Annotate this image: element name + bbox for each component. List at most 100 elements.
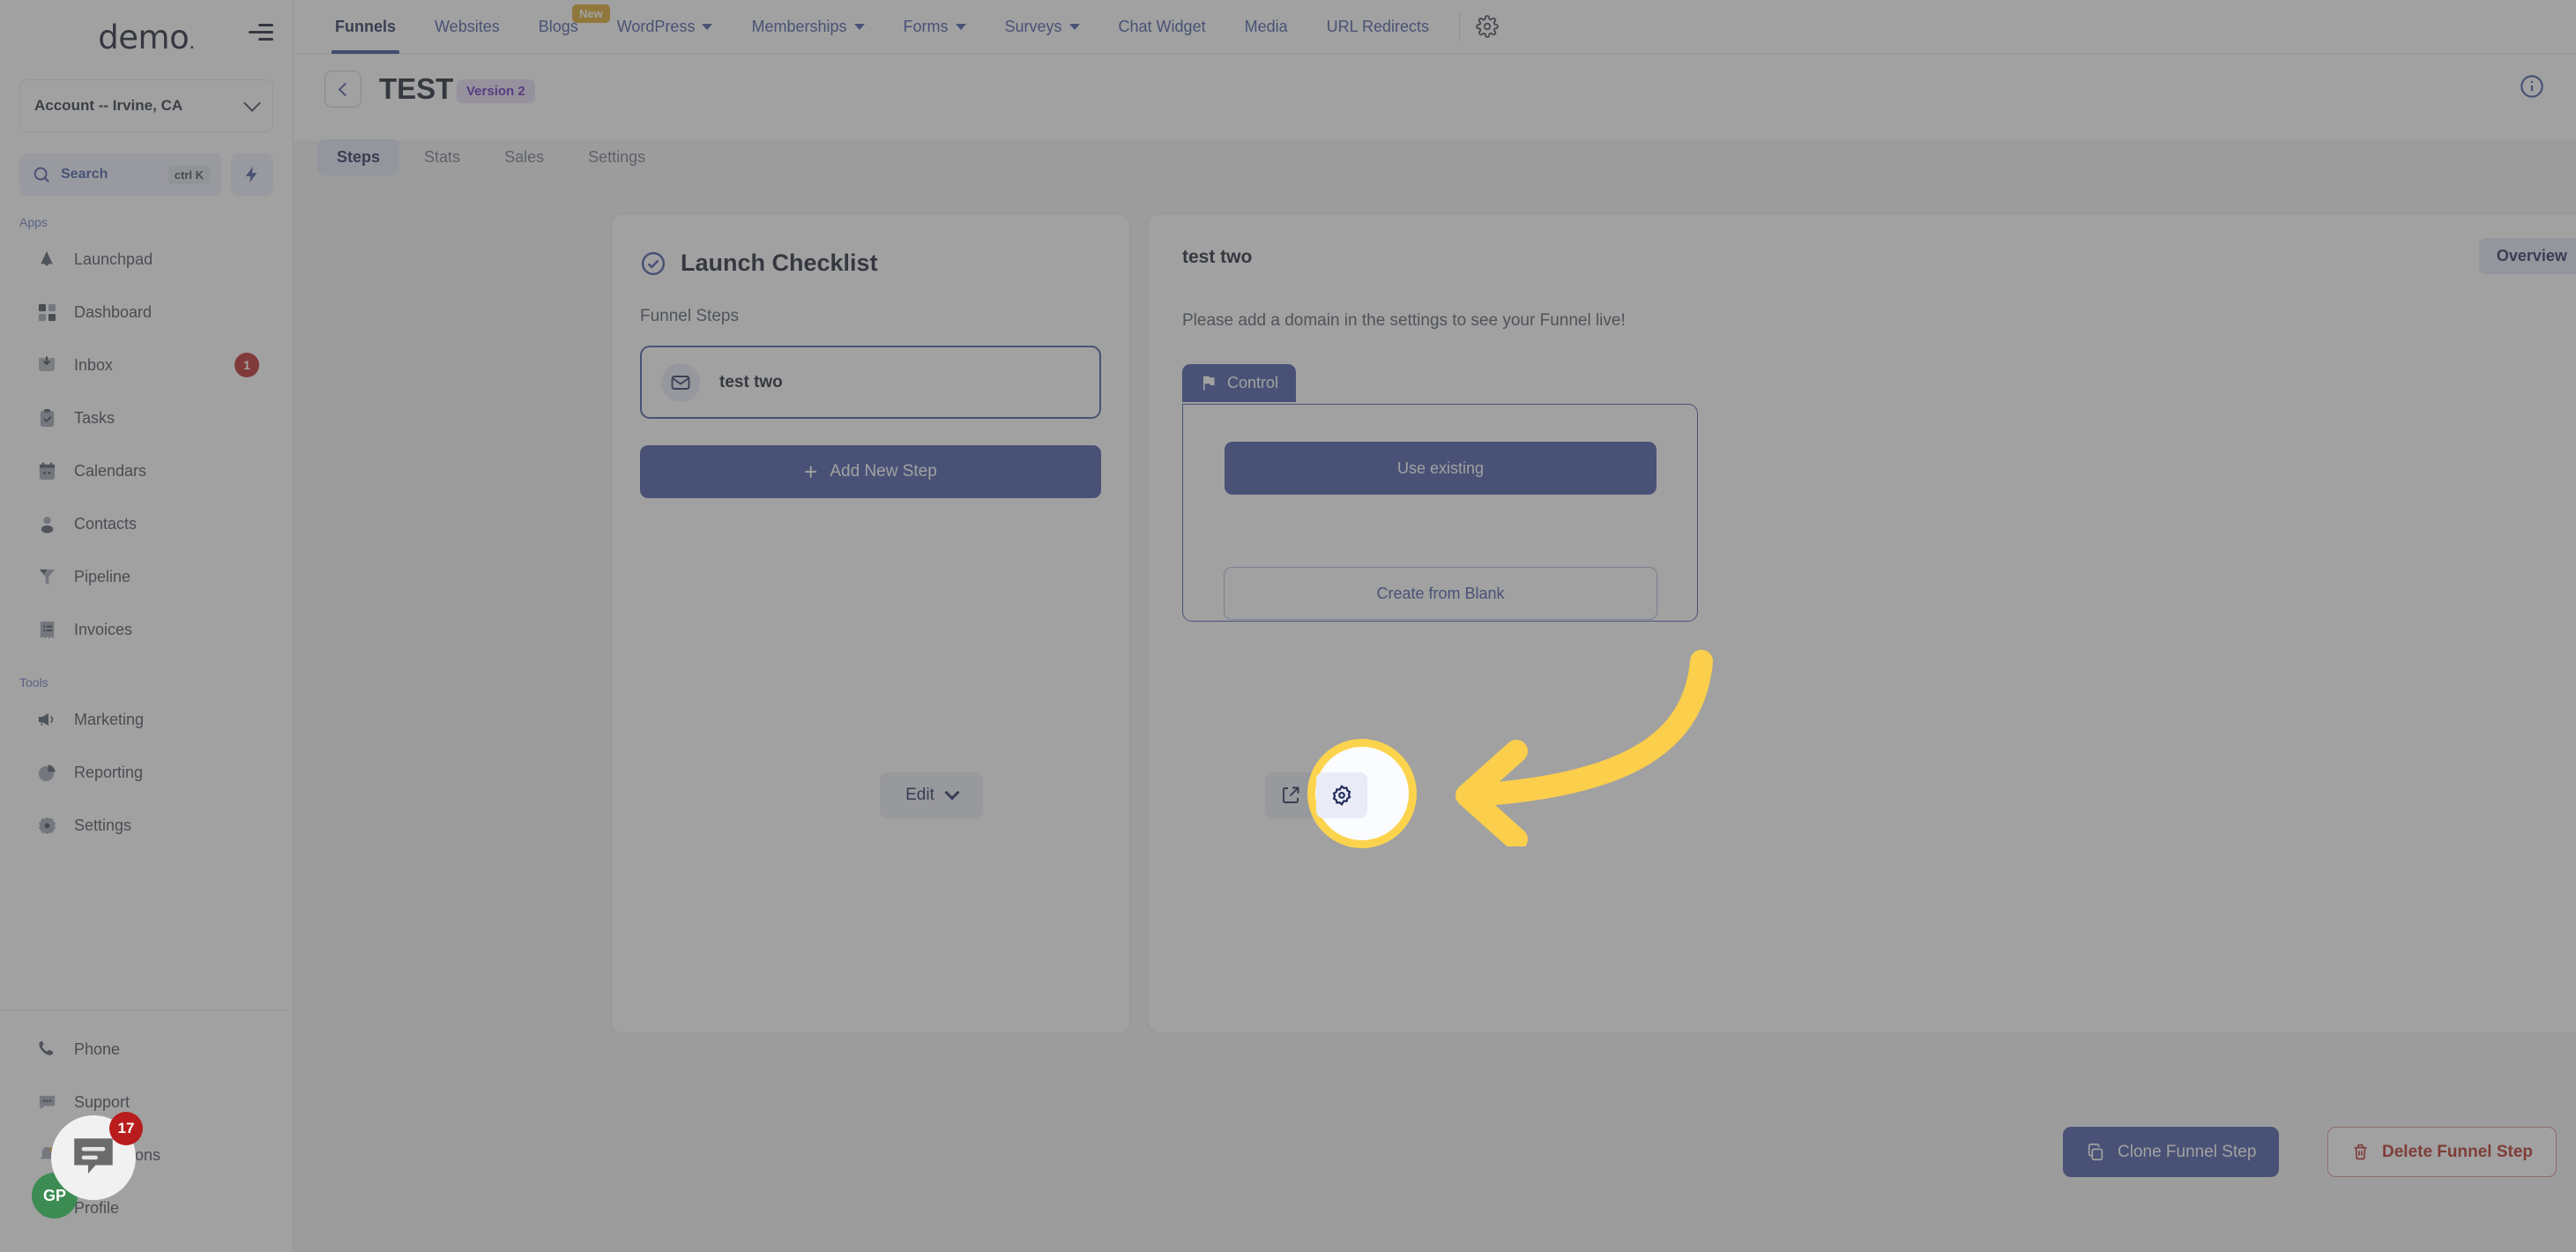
tab-stats[interactable]: Stats <box>405 139 480 175</box>
topnav-item-media[interactable]: Media <box>1225 0 1307 54</box>
topnav-item-chat-widget[interactable]: Chat Widget <box>1099 0 1225 54</box>
tab-label: Settings <box>588 148 646 166</box>
topnav-item-blogs[interactable]: Blogs New <box>519 0 610 54</box>
topnav-label: Media <box>1244 17 1288 35</box>
lightning-bolt-icon <box>245 166 257 183</box>
check-circle-icon <box>641 251 666 275</box>
step-name: test two <box>1182 247 1253 267</box>
sidebar-item-pipeline[interactable]: Pipeline <box>0 550 293 603</box>
chevron-down-icon <box>243 94 261 112</box>
tab-overview[interactable]: Overview <box>2478 238 2576 274</box>
sidebar-item-label: Pipeline <box>74 567 131 585</box>
edit-label: Edit <box>905 786 934 804</box>
gear-icon <box>35 814 58 837</box>
delete-label: Delete Funnel Step <box>2382 1142 2534 1161</box>
topnav-item-memberships[interactable]: Memberships <box>732 0 883 54</box>
topnav-item-websites[interactable]: Websites <box>415 0 519 54</box>
version-badge: Version 2 <box>457 79 535 103</box>
sidebar-item-settings[interactable]: Settings <box>0 799 293 852</box>
inbox-badge: 1 <box>235 353 259 377</box>
sidebar-item-phone[interactable]: Phone <box>0 1023 293 1076</box>
sidebar-item-invoices[interactable]: Invoices <box>0 603 293 656</box>
use-existing-button[interactable]: Use existing <box>1225 442 1657 495</box>
search-label: Search <box>61 167 108 182</box>
chevron-down-icon <box>853 23 865 30</box>
topnav-item-wordpress[interactable]: WordPress <box>598 0 733 54</box>
add-new-step-label: Add New Step <box>830 462 937 481</box>
sidebar-item-reporting[interactable]: Reporting <box>0 746 293 799</box>
tab-label: Overview <box>2496 247 2567 265</box>
sidebar-item-notifications[interactable]: Notifications <box>0 1129 293 1181</box>
clone-funnel-step-button[interactable]: Clone Funnel Step <box>2063 1127 2280 1177</box>
quick-actions-button[interactable] <box>231 153 273 196</box>
sidebar-item-label: Contacts <box>74 514 138 533</box>
funnel-step-item[interactable]: test two <box>640 346 1101 419</box>
page-header <box>294 55 2576 142</box>
search-input[interactable]: Search ctrl K <box>19 153 222 196</box>
sidebar-item-label: Reporting <box>74 763 144 781</box>
sidebar-item-calendars[interactable]: Calendars <box>0 444 293 497</box>
topnav-item-forms[interactable]: Forms <box>884 0 986 54</box>
sidebar-item-label: Profile <box>74 1198 120 1217</box>
chat-widget-badge: 17 <box>109 1112 143 1145</box>
copy-icon <box>2088 1143 2103 1160</box>
inbox-icon <box>35 354 58 376</box>
sidebar-item-dashboard[interactable]: Dashboard <box>0 286 293 339</box>
brand-logo-dot: . <box>189 31 195 54</box>
topnav-label: Surveys <box>1004 17 1062 35</box>
collapse-sidebar-icon[interactable] <box>249 19 279 44</box>
sidebar-item-marketing[interactable]: Marketing <box>0 693 293 746</box>
delete-funnel-step-button[interactable]: Delete Funnel Step <box>2327 1127 2557 1177</box>
sidebar-item-contacts[interactable]: Contacts <box>0 497 293 550</box>
clipboard-check-icon <box>35 406 58 429</box>
search-shortcut: ctrl K <box>168 165 210 184</box>
topnav-settings-button[interactable] <box>1470 0 1511 54</box>
launch-checklist-card: Launch Checklist Funnel Steps test two +… <box>611 213 1130 1033</box>
page-title: TEST <box>379 72 454 105</box>
calendar-icon <box>35 459 58 482</box>
sidebar-item-inbox[interactable]: Inbox 1 <box>0 339 293 391</box>
control-variant-tab[interactable]: Control <box>1182 364 1297 402</box>
pie-chart-icon <box>35 761 58 784</box>
info-icon[interactable] <box>2520 74 2544 103</box>
tab-steps[interactable]: Steps <box>317 139 400 175</box>
clone-label: Clone Funnel Step <box>2118 1142 2257 1161</box>
sidebar-item-label: Phone <box>74 1040 121 1058</box>
sidebar-item-label: Calendars <box>74 461 147 480</box>
funnel-icon <box>35 565 58 588</box>
edit-dropdown-button[interactable]: Edit <box>880 772 983 818</box>
external-link-icon <box>1283 786 1299 803</box>
chevron-down-icon <box>944 785 960 801</box>
avatar-initials: GP <box>42 1186 66 1204</box>
sidebar-item-label: Tasks <box>74 408 115 427</box>
topnav-item-url-redirects[interactable]: URL Redirects <box>1307 0 1448 54</box>
topnav-label: Websites <box>435 17 500 35</box>
tab-sales[interactable]: Sales <box>485 139 563 175</box>
topnav-label: WordPress <box>616 17 696 35</box>
use-existing-label: Use existing <box>1396 458 1485 477</box>
sidebar-item-label: Launchpad <box>74 250 153 268</box>
sidebar-item-label: Dashboard <box>74 302 153 321</box>
back-button[interactable] <box>324 71 361 108</box>
grid-icon <box>35 301 58 324</box>
sidebar-item-label: Settings <box>74 816 132 834</box>
sidebar-item-tasks[interactable]: Tasks <box>0 391 293 444</box>
highlighted-settings-gear-button[interactable] <box>1316 772 1367 818</box>
topnav-item-funnels[interactable]: Funnels <box>316 0 415 54</box>
chat-widget-button[interactable]: 17 <box>51 1112 143 1200</box>
tab-label: Sales <box>504 148 545 166</box>
plus-icon: + <box>804 458 818 485</box>
sidebar-item-launchpad[interactable]: Launchpad <box>0 233 293 286</box>
brand-logo: demo. <box>98 19 195 56</box>
topnav-divider <box>1458 11 1460 41</box>
sidebar-item-support[interactable]: Support <box>0 1076 293 1129</box>
tab-label: Steps <box>337 148 381 166</box>
topnav-item-surveys[interactable]: Surveys <box>986 0 1099 54</box>
envelope-icon <box>661 362 700 402</box>
section-label-apps: Apps <box>19 215 48 229</box>
account-selector[interactable]: Account -- Irvine, CA <box>19 79 273 132</box>
sub-tabs: Steps Stats Sales Settings <box>317 139 665 175</box>
tab-settings[interactable]: Settings <box>569 139 665 175</box>
create-from-blank-button[interactable]: Create from Blank <box>1224 567 1657 620</box>
add-new-step-button[interactable]: + Add New Step <box>640 445 1101 498</box>
